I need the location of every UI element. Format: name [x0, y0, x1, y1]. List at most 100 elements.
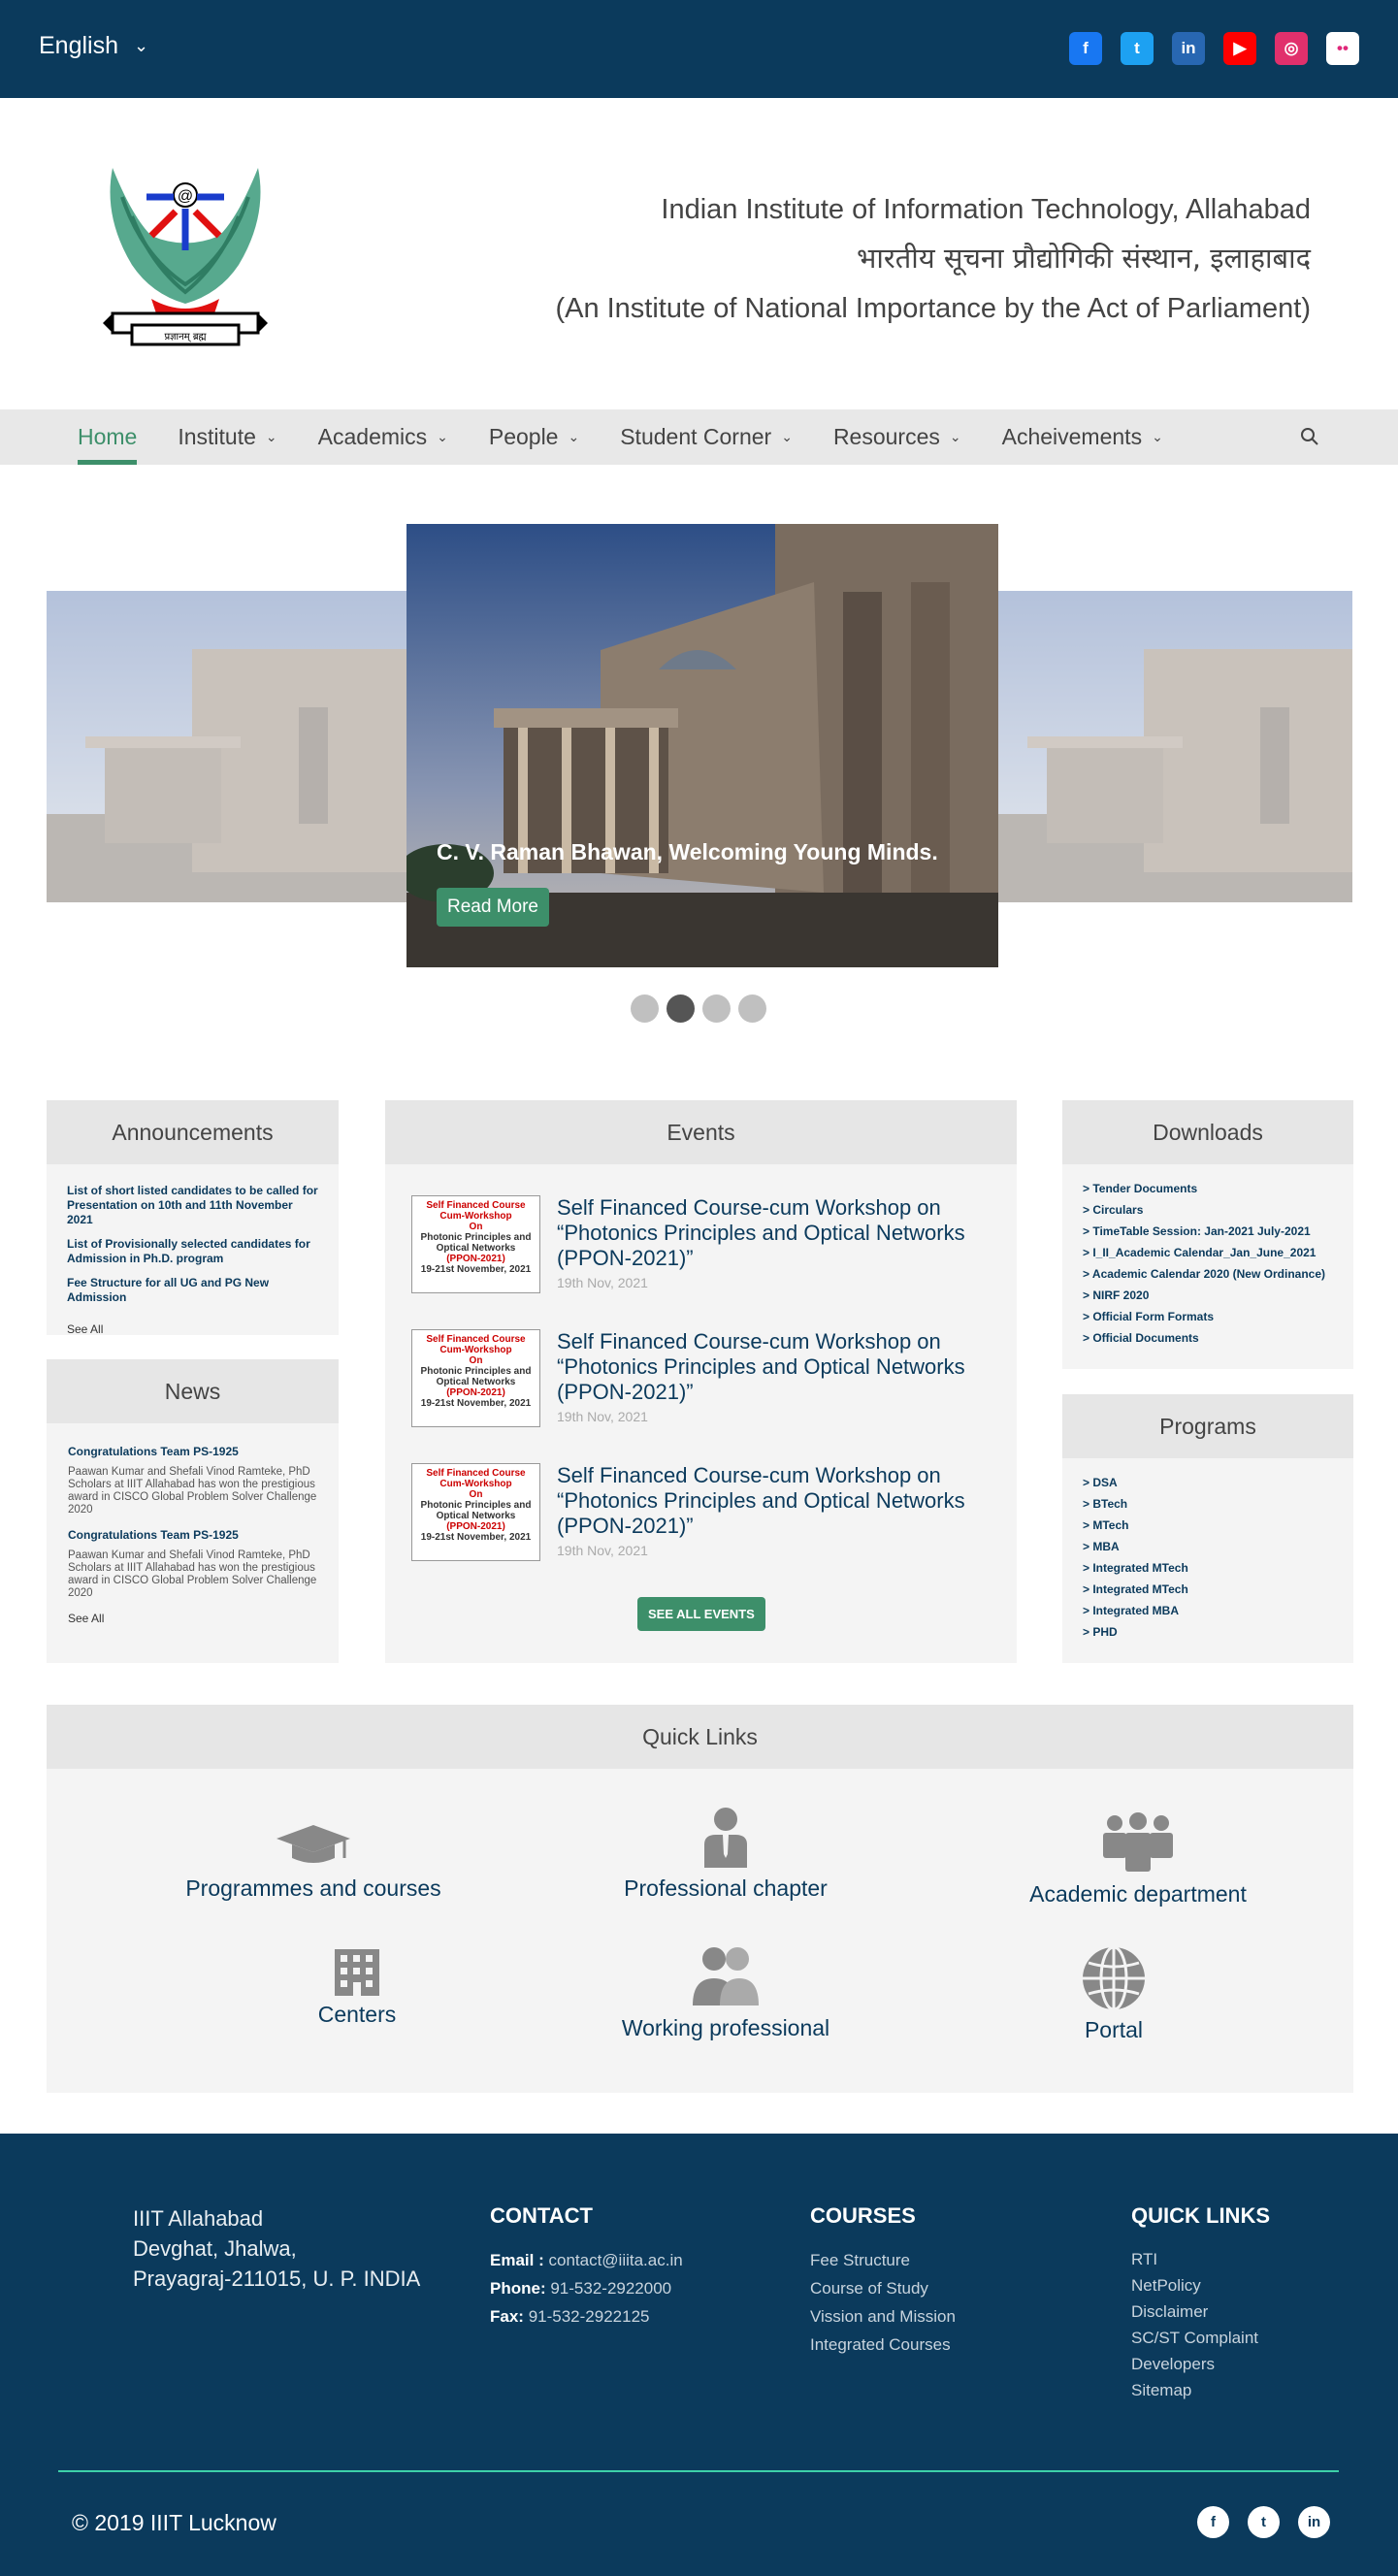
carousel-dot[interactable]	[631, 995, 659, 1023]
event-poster-thumbnail: Self Financed Course Cum-Workshop On Photon…	[411, 1329, 540, 1427]
quick-link-programmes[interactable]: Programmes and courses	[163, 1821, 464, 1902]
carousel-slide-prev[interactable]	[47, 591, 406, 902]
carousel-slide-next[interactable]	[998, 591, 1352, 902]
footer-contact-title: CONTACT	[490, 2203, 593, 2228]
footer-divider	[58, 2470, 1339, 2472]
download-link[interactable]: > TimeTable Session: Jan-2021 July-2021	[1083, 1221, 1333, 1242]
graduation-cap-icon	[276, 1825, 350, 1863]
quick-link-centers[interactable]: Centers	[241, 1945, 473, 2028]
quick-link-working-professional[interactable]: Working professional	[580, 1945, 871, 2041]
youtube-icon[interactable]: ▶	[1223, 32, 1256, 65]
announcement-link[interactable]: Fee Structure for all UG and PG New Admi…	[67, 1276, 318, 1305]
nav-item-acheivements[interactable]: Acheivements ⌄	[1002, 409, 1163, 465]
event-item[interactable]: Self Financed Course Cum-Workshop On Photon…	[411, 1463, 1013, 1570]
announcement-link[interactable]: List of short listed candidates to be ca…	[67, 1184, 318, 1227]
announcement-link[interactable]: List of Provisionally selected candidate…	[67, 1237, 318, 1266]
footer-quick-link[interactable]: Disclaimer	[1131, 2299, 1270, 2325]
nav-item-academics[interactable]: Academics ⌄	[318, 409, 448, 465]
building-icon	[335, 1949, 379, 1996]
download-link[interactable]: > Academic Calendar 2020 (New Ordinance)	[1083, 1263, 1333, 1285]
program-link[interactable]: > DSA	[1083, 1472, 1333, 1493]
nav-list: Home Institute ⌄ Academics ⌄ People ⌄ Student C…	[78, 409, 1204, 465]
poster-line: (PPON-2021)	[446, 1521, 505, 1532]
footer-quick-link[interactable]: Sitemap	[1131, 2377, 1270, 2403]
poster-line: Photonic Principles and	[420, 1500, 532, 1511]
poster-line: Optical Networks	[436, 1243, 516, 1254]
nav-item-label: Academics	[317, 424, 428, 449]
program-link[interactable]: > PHD	[1083, 1621, 1333, 1643]
event-item[interactable]: Self Financed Course Cum-Workshop On Photon…	[411, 1195, 1013, 1302]
linkedin-icon[interactable]: in	[1172, 32, 1205, 65]
download-link[interactable]: > Tender Documents	[1083, 1178, 1333, 1199]
footer-course-link[interactable]: Course of Study	[810, 2274, 956, 2302]
nav-item-resources[interactable]: Resources ⌄	[833, 409, 961, 465]
download-link[interactable]: > I_II_Academic Calendar_Jan_June_2021	[1083, 1242, 1333, 1263]
quick-link-portal[interactable]: Portal	[1017, 1945, 1211, 2043]
news-item-title[interactable]: Congratulations Team PS-1925	[68, 1445, 317, 1458]
footer-address: IIIT Allahabad Devghat, Jhalwa, Prayagra…	[133, 2203, 420, 2294]
flickr-icon[interactable]: ••	[1326, 32, 1359, 65]
program-link[interactable]: > Integrated MBA	[1083, 1600, 1333, 1621]
instagram-icon[interactable]: ◎	[1275, 32, 1308, 65]
language-selector[interactable]: English ⌄	[39, 32, 148, 60]
program-link[interactable]: > MTech	[1083, 1515, 1333, 1536]
address-line: IIIT Allahabad	[133, 2206, 264, 2231]
footer-course-link[interactable]: Vission and Mission	[810, 2302, 956, 2331]
event-date: 19th Nov, 2021	[557, 1409, 648, 1424]
download-link[interactable]: > Official Documents	[1083, 1327, 1333, 1349]
facebook-icon[interactable]: f	[1069, 32, 1102, 65]
phone-link[interactable]: 91-532-2922000	[550, 2279, 671, 2298]
email-link[interactable]: contact@iiita.ac.in	[548, 2251, 682, 2269]
footer-contact: CONTACT Email : contact@iiita.ac.in Phon…	[490, 2203, 683, 2331]
footer-courses-title: COURSES	[810, 2203, 916, 2228]
search-icon[interactable]	[1298, 425, 1321, 448]
see-all-link[interactable]: See All	[67, 1322, 318, 1336]
poster-line: Self Financed Course	[426, 1200, 526, 1211]
carousel-dot[interactable]	[738, 995, 766, 1023]
twitter-icon[interactable]: t	[1121, 32, 1154, 65]
poster-line: (PPON-2021)	[446, 1254, 505, 1264]
read-more-button[interactable]: Read More	[437, 888, 549, 927]
nav-item-student-corner[interactable]: Student Corner ⌄	[620, 409, 793, 465]
footer-quick-link[interactable]: RTI	[1131, 2246, 1270, 2272]
nav-item-home[interactable]: Home	[78, 409, 138, 465]
footer-course-link[interactable]: Integrated Courses	[810, 2331, 956, 2359]
footer-course-link[interactable]: Fee Structure	[810, 2246, 956, 2274]
nav-item-label: Student Corner	[620, 424, 772, 449]
chevron-down-icon: ⌄	[1152, 429, 1163, 444]
announcements-title: Announcements	[47, 1100, 339, 1164]
poster-line: Optical Networks	[436, 1377, 516, 1387]
download-link[interactable]: > Circulars	[1083, 1199, 1333, 1221]
program-link[interactable]: > BTech	[1083, 1493, 1333, 1515]
carousel-slide-active[interactable]: C. V. Raman Bhawan, Welcoming Young Mind…	[406, 524, 998, 967]
nav-item-people[interactable]: People ⌄	[489, 409, 579, 465]
programs-panel: Programs > DSA > BTech > MTech > MBA > Integ…	[1062, 1394, 1353, 1663]
event-title[interactable]: Self Financed Course-cum Workshop on “Ph…	[557, 1195, 1003, 1271]
carousel-dot[interactable]	[666, 995, 695, 1023]
event-title[interactable]: Self Financed Course-cum Workshop on “Ph…	[557, 1463, 1003, 1539]
program-link[interactable]: > MBA	[1083, 1536, 1333, 1557]
footer-quick-link[interactable]: NetPolicy	[1131, 2272, 1270, 2299]
twitter-icon[interactable]: t	[1248, 2506, 1280, 2538]
nav-item-institute[interactable]: Institute ⌄	[178, 409, 276, 465]
news-title: News	[47, 1359, 339, 1423]
program-link[interactable]: > Integrated MTech	[1083, 1557, 1333, 1579]
quick-link-professional-chapter[interactable]: Professional chapter	[590, 1806, 862, 1902]
footer-quick-link[interactable]: Developers	[1131, 2351, 1270, 2377]
footer-courses: COURSES Fee Structure Course of Study Viss…	[810, 2203, 956, 2359]
see-all-link[interactable]: See All	[68, 1612, 317, 1625]
download-link[interactable]: > NIRF 2020	[1083, 1285, 1333, 1306]
quick-link-academic-department[interactable]: Academic department	[978, 1811, 1298, 1908]
news-item-title[interactable]: Congratulations Team PS-1925	[68, 1528, 317, 1542]
facebook-icon[interactable]: f	[1197, 2506, 1229, 2538]
footer-quick-link[interactable]: SC/ST Complaint	[1131, 2325, 1270, 2351]
event-title[interactable]: Self Financed Course-cum Workshop on “Ph…	[557, 1329, 1003, 1405]
linkedin-icon[interactable]: in	[1298, 2506, 1330, 2538]
download-link[interactable]: > Official Form Formats	[1083, 1306, 1333, 1327]
institute-logo[interactable]: @ प्रज्ञानम् ब्रह्म	[93, 158, 277, 352]
event-item[interactable]: Self Financed Course Cum-Workshop On Photon…	[411, 1329, 1013, 1436]
carousel-dot[interactable]	[702, 995, 731, 1023]
program-link[interactable]: > Integrated MTech	[1083, 1579, 1333, 1600]
poster-line: Cum-Workshop	[439, 1479, 512, 1489]
see-all-events-button[interactable]: SEE ALL EVENTS	[637, 1597, 765, 1631]
